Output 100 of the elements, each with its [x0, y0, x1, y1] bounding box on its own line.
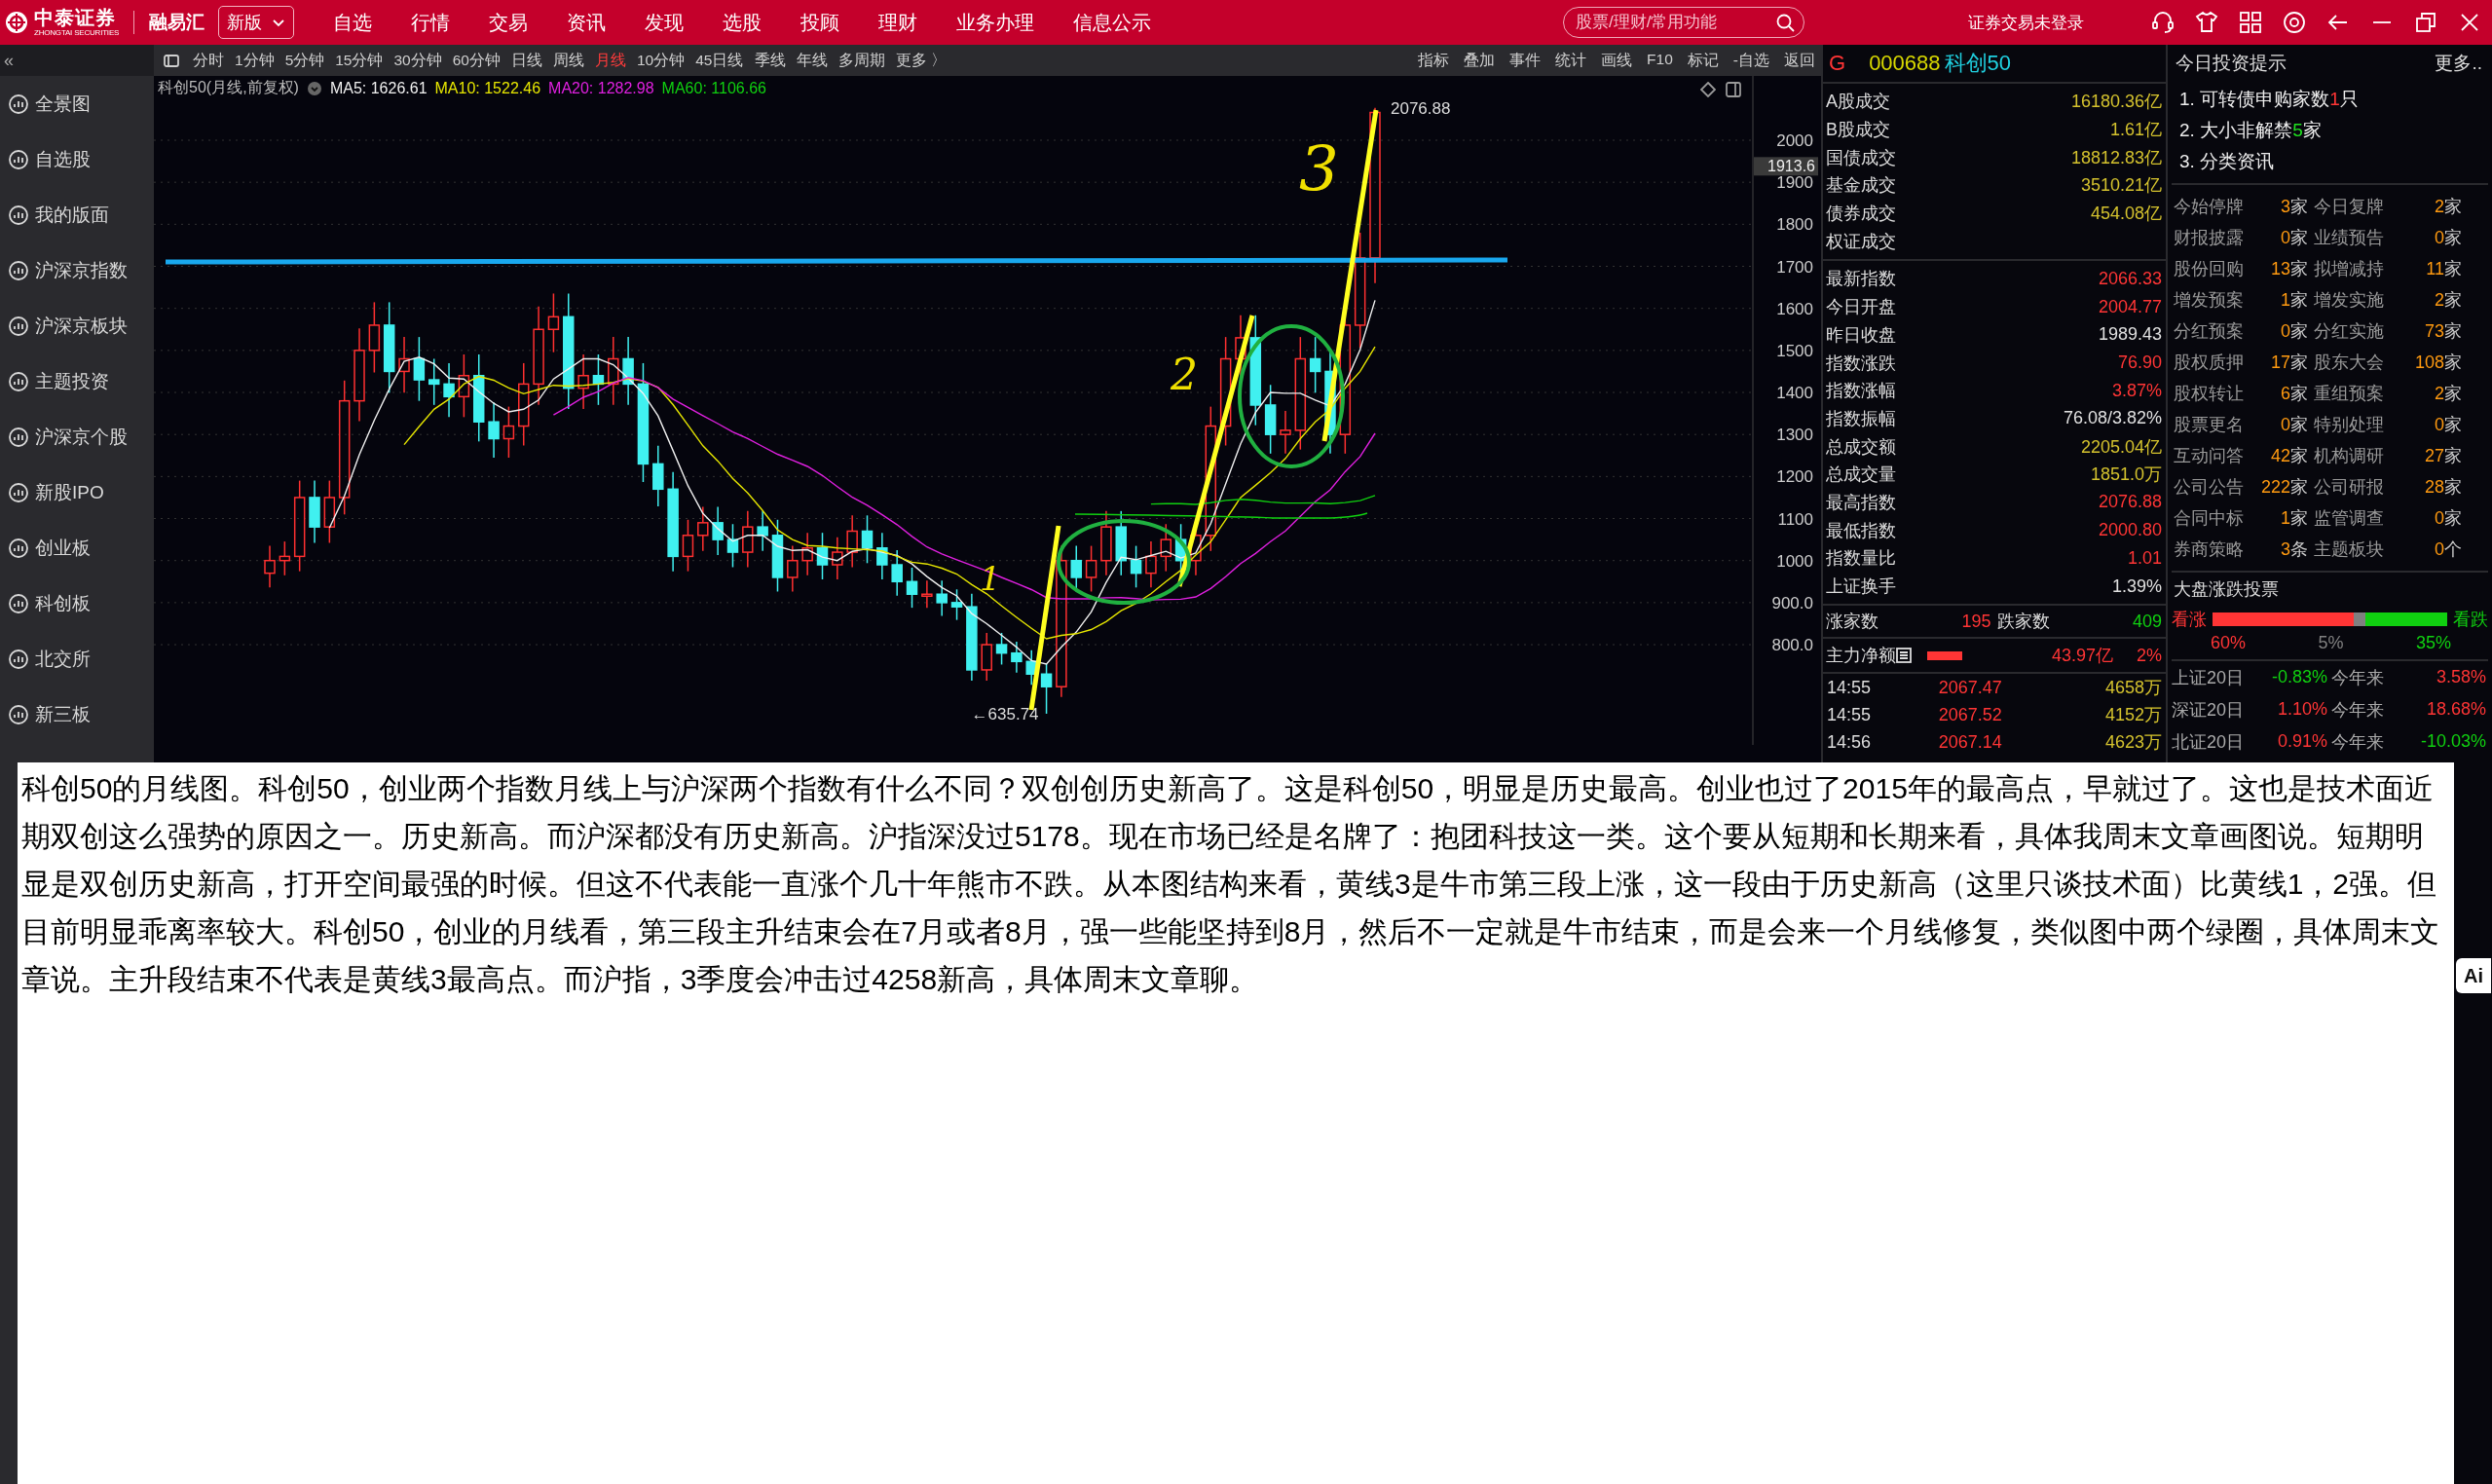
menu-item[interactable]: 理财: [859, 9, 938, 36]
search-icon[interactable]: [1775, 13, 1795, 32]
period-tab[interactable]: 季线: [754, 50, 786, 71]
event-label[interactable]: 股权质押: [2174, 347, 2244, 378]
event-label[interactable]: 增发实施: [2314, 284, 2398, 315]
event-unit: 条: [2290, 538, 2309, 561]
list-icon[interactable]: [1896, 648, 1912, 664]
event-label[interactable]: 财报披露: [2174, 222, 2244, 253]
event-label[interactable]: 今始停牌: [2174, 191, 2244, 222]
sidebar-item[interactable]: 科创板: [0, 575, 154, 631]
bull-label[interactable]: 看涨: [2172, 608, 2207, 631]
tip-item[interactable]: 3. 分类资讯: [2179, 146, 2480, 177]
event-label[interactable]: 分红预案: [2174, 315, 2244, 347]
tip-item[interactable]: 1. 可转债申购家数1只: [2179, 84, 2480, 115]
event-label[interactable]: 增发预案: [2174, 284, 2244, 315]
event-label[interactable]: 股权转让: [2174, 378, 2244, 409]
event-label[interactable]: 今日复牌: [2314, 191, 2398, 222]
event-label[interactable]: 业绩预告: [2314, 222, 2398, 253]
tool-button[interactable]: 指标: [1418, 50, 1450, 71]
circle-icon: [8, 315, 29, 337]
event-label[interactable]: 特别处理: [2314, 409, 2398, 440]
event-label[interactable]: 合同中标: [2174, 502, 2244, 534]
tip-item[interactable]: 2. 大小非解禁5家: [2179, 115, 2480, 146]
sidebar-item[interactable]: 我的版面: [0, 187, 154, 242]
collapse-button[interactable]: «: [4, 52, 14, 69]
restore-icon[interactable]: [2413, 10, 2438, 35]
menu-item[interactable]: 发现: [625, 9, 704, 36]
menu-item[interactable]: 投顾: [781, 9, 860, 36]
version-select[interactable]: 新版: [218, 6, 295, 39]
period-tab[interactable]: 月线: [595, 50, 626, 71]
sidebar-item[interactable]: 新三板: [0, 686, 154, 742]
tick-volume: 4623万: [2103, 731, 2162, 755]
sidebar-item[interactable]: 沪深京个股: [0, 409, 154, 464]
period-tab[interactable]: 60分钟: [452, 50, 501, 71]
shirt-icon[interactable]: [2194, 10, 2219, 35]
tool-button[interactable]: 事件: [1509, 50, 1542, 71]
turnover-label: 权证成交: [1826, 230, 1896, 253]
menu-item[interactable]: 行情: [391, 9, 470, 36]
sidebar-item[interactable]: 沪深京指数: [0, 242, 154, 298]
tool-button[interactable]: 叠加: [1464, 50, 1496, 71]
period-tab[interactable]: 日线: [511, 50, 542, 71]
return-label: 上证20日: [2172, 666, 2246, 689]
menu-item[interactable]: 交易: [469, 9, 548, 36]
ai-button[interactable]: Ai: [2456, 958, 2491, 993]
sidebar-item[interactable]: 全景图: [0, 76, 154, 131]
event-label[interactable]: 主题板块: [2314, 534, 2398, 565]
menu-item[interactable]: 资讯: [547, 9, 626, 36]
menu-item[interactable]: 选股: [703, 9, 782, 36]
diamond-icon[interactable]: [1700, 82, 1716, 97]
event-label[interactable]: 股东大会: [2314, 347, 2398, 378]
event-label[interactable]: 券商策略: [2174, 534, 2244, 565]
sidebar-item[interactable]: 自选股: [0, 131, 154, 187]
tool-button[interactable]: F10: [1647, 50, 1673, 71]
period-tab[interactable]: 45日线: [695, 50, 744, 71]
event-label[interactable]: 公司研报: [2314, 471, 2398, 502]
event-label[interactable]: 分红实施: [2314, 315, 2398, 347]
menu-item[interactable]: 自选: [314, 9, 392, 36]
bear-label[interactable]: 看跌: [2453, 608, 2488, 631]
more-link[interactable]: 更多..: [2435, 51, 2482, 76]
period-tab[interactable]: 周线: [553, 50, 584, 71]
stat-label: 昨日收盘: [1826, 323, 1896, 347]
period-tab[interactable]: 5分钟: [284, 50, 325, 71]
menu-item[interactable]: 信息公示: [1054, 9, 1172, 36]
event-label[interactable]: 拟增减持: [2314, 253, 2398, 284]
sidebar-item[interactable]: 沪深京板块: [0, 298, 154, 353]
period-tab[interactable]: 分时: [193, 50, 224, 71]
tool-button[interactable]: 标记: [1687, 50, 1719, 71]
period-tab[interactable]: 30分钟: [393, 50, 442, 71]
headset-icon[interactable]: [2150, 10, 2176, 35]
event-label[interactable]: 重组预案: [2314, 378, 2398, 409]
tool-button[interactable]: 返回: [1784, 50, 1815, 71]
tool-button[interactable]: -自选: [1732, 50, 1769, 71]
period-tab[interactable]: 15分钟: [335, 50, 384, 71]
dropdown-icon[interactable]: [306, 80, 322, 96]
panel-icon[interactable]: [164, 53, 179, 68]
tool-button[interactable]: 画线: [1601, 50, 1633, 71]
ytd-label: 今年来: [2330, 730, 2385, 754]
event-count: 0: [2434, 226, 2444, 249]
sidebar-item[interactable]: 主题投资: [0, 353, 154, 409]
panel-icon[interactable]: [1726, 82, 1741, 97]
tick-price: 2067.14: [1938, 731, 2003, 753]
sidebar-item[interactable]: 新股IPO: [0, 464, 154, 520]
event-label[interactable]: 互动问答: [2174, 440, 2244, 471]
target-icon[interactable]: [2282, 10, 2307, 35]
period-tab[interactable]: 多周期: [837, 50, 885, 71]
event-label[interactable]: 公司公告: [2174, 471, 2244, 502]
menu-item[interactable]: 业务办理: [937, 9, 1055, 36]
period-tab[interactable]: 年线: [796, 50, 828, 71]
tool-button[interactable]: 统计: [1555, 50, 1587, 71]
period-tab[interactable]: 1分钟: [235, 50, 275, 71]
event-label[interactable]: 股票更名: [2174, 409, 2244, 440]
sidebar-item[interactable]: 北交所: [0, 631, 154, 686]
period-tab[interactable]: 更多 〉: [895, 50, 947, 71]
event-label[interactable]: 监管调查: [2314, 502, 2398, 534]
period-tab[interactable]: 10分钟: [637, 50, 686, 71]
event-label[interactable]: 机构调研: [2314, 440, 2398, 471]
grid-icon[interactable]: [2238, 10, 2263, 35]
event-label[interactable]: 股份回购: [2174, 253, 2244, 284]
sidebar-item[interactable]: 创业板: [0, 520, 154, 575]
search-field[interactable]: 股票/理财/常用功能: [1563, 7, 1804, 38]
